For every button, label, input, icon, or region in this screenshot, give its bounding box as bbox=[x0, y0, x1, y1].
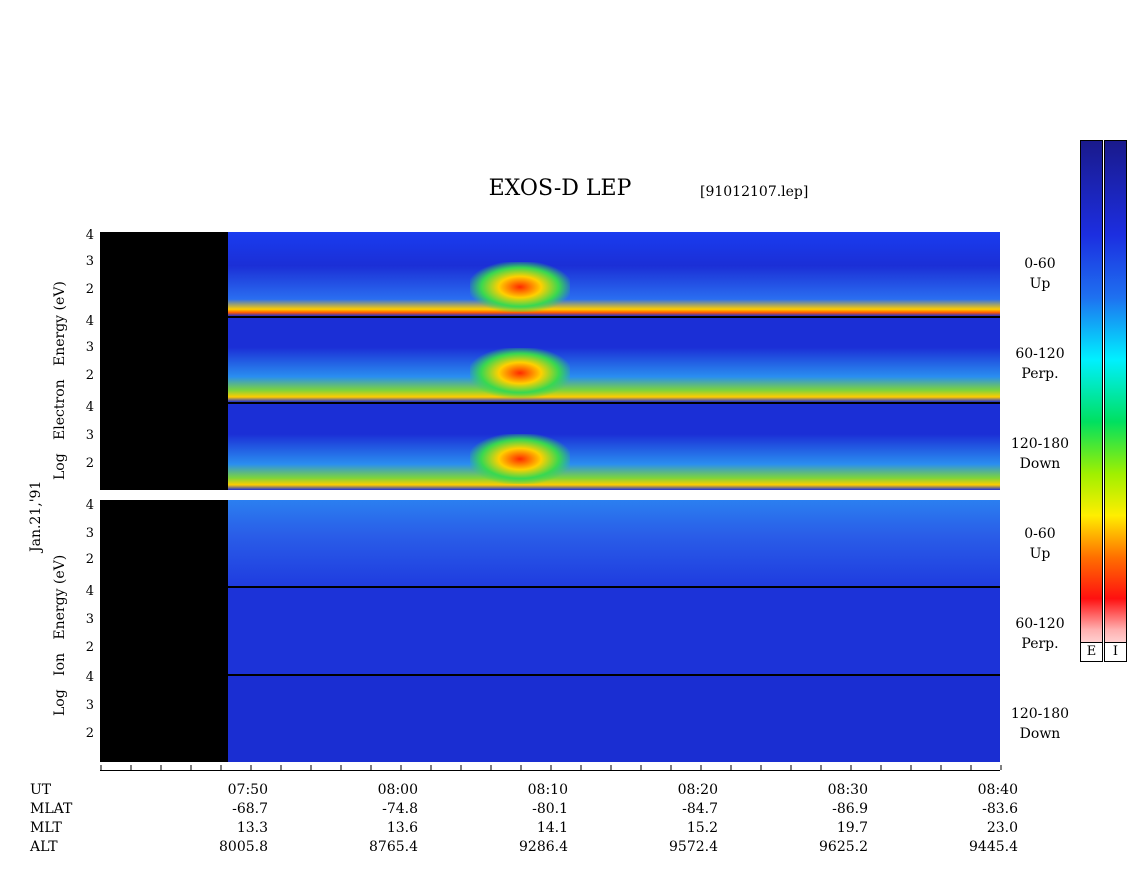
tick-label: 2 bbox=[85, 456, 94, 471]
ephemeris-alt-value: 8005.8 bbox=[219, 839, 268, 855]
tick-label: 4 bbox=[85, 314, 94, 329]
ephemeris-mlat-value: -86.9 bbox=[832, 801, 868, 817]
ephemeris-ut-value: 08:00 bbox=[377, 782, 418, 798]
chart-title: EXOS-D LEP bbox=[488, 176, 632, 201]
file-name: [91012107.lep] bbox=[700, 184, 809, 200]
pitch-dir: Up bbox=[1029, 546, 1051, 562]
tick-label: 3 bbox=[85, 526, 94, 541]
ephemeris-ut-value: 08:10 bbox=[527, 782, 568, 798]
ion-colorbar bbox=[1104, 140, 1127, 662]
row-label: ALT bbox=[30, 839, 58, 855]
pitch-range: 0-60 bbox=[1024, 256, 1056, 272]
row-label: MLT bbox=[30, 820, 62, 836]
tick-label: 4 bbox=[85, 228, 94, 243]
ephemeris-mlt-value: 19.7 bbox=[836, 820, 868, 836]
pitch-dir: Down bbox=[1019, 726, 1061, 742]
tick-label: 2 bbox=[85, 282, 94, 297]
ion-y-axis-label: Log Ion Energy (eV) bbox=[52, 554, 68, 716]
tick-label: 2 bbox=[85, 552, 94, 567]
ion-panel-perp bbox=[100, 588, 1000, 674]
ephemeris-mlat-value: -80.1 bbox=[532, 801, 568, 817]
pitch-range: 120-180 bbox=[1010, 436, 1070, 452]
tick-label: 3 bbox=[85, 698, 94, 713]
tick-label: 3 bbox=[85, 340, 94, 355]
pitch-range: 0-60 bbox=[1024, 526, 1056, 542]
ephemeris-mlt-value: 13.3 bbox=[236, 820, 268, 836]
ephemeris-alt-value: 8765.4 bbox=[369, 839, 418, 855]
tick-label: 4 bbox=[85, 498, 94, 513]
ion-no-data-region bbox=[100, 500, 228, 762]
pitch-dir: Perp. bbox=[1021, 366, 1059, 382]
ephemeris-alt-value: 9572.4 bbox=[669, 839, 718, 855]
ephemeris-mlt-value: 14.1 bbox=[536, 820, 568, 836]
ephemeris-mlat-value: -68.7 bbox=[232, 801, 268, 817]
ephemeris-ut-value: 07:50 bbox=[227, 782, 268, 798]
tick-label: 2 bbox=[85, 640, 94, 655]
tick-label: 4 bbox=[85, 670, 94, 685]
ephemeris-alt-value: 9286.4 bbox=[519, 839, 568, 855]
row-label: UT bbox=[30, 782, 52, 798]
ephemeris-mlat-value: -74.8 bbox=[382, 801, 418, 817]
tick-label: 4 bbox=[85, 400, 94, 415]
ephemeris-alt-value: 9625.2 bbox=[819, 839, 868, 855]
ephemeris-alt-value: 9445.4 bbox=[969, 839, 1018, 855]
pitch-dir: Down bbox=[1019, 456, 1061, 472]
tick-label: 3 bbox=[85, 612, 94, 627]
ephemeris-ut-value: 08:20 bbox=[677, 782, 718, 798]
ephemeris-ut-value: 08:40 bbox=[977, 782, 1018, 798]
ion-colorbar-label: I bbox=[1104, 642, 1127, 662]
ion-panel-up bbox=[100, 500, 1000, 586]
pitch-dir: Up bbox=[1029, 276, 1051, 292]
tick-label: 4 bbox=[85, 584, 94, 599]
ephemeris-ut-value: 08:30 bbox=[827, 782, 868, 798]
pitch-range: 60-120 bbox=[1015, 616, 1065, 632]
tick-label: 3 bbox=[85, 254, 94, 269]
ephemeris-mlt-value: 15.2 bbox=[686, 820, 718, 836]
row-label: MLAT bbox=[30, 801, 73, 817]
ephemeris-mlat-value: -83.6 bbox=[982, 801, 1018, 817]
ephemeris-mlt-value: 13.6 bbox=[386, 820, 418, 836]
tick-label: 3 bbox=[85, 428, 94, 443]
ion-spectrogram bbox=[100, 500, 1000, 762]
electron-no-data-region bbox=[100, 232, 228, 490]
electron-colorbar bbox=[1080, 140, 1103, 662]
date-label: Jan.21,'91 bbox=[28, 480, 44, 552]
pitch-dir: Perp. bbox=[1021, 636, 1059, 652]
pitch-range: 60-120 bbox=[1015, 346, 1065, 362]
tick-label: 2 bbox=[85, 726, 94, 741]
tick-label: 2 bbox=[85, 368, 94, 383]
electron-spectrogram bbox=[100, 232, 1000, 490]
pitch-range: 120-180 bbox=[1010, 706, 1070, 722]
ephemeris-mlt-value: 23.0 bbox=[986, 820, 1018, 836]
ephemeris-mlat-value: -84.7 bbox=[682, 801, 718, 817]
x-axis-ticks bbox=[100, 765, 1002, 770]
ion-panel-down bbox=[100, 676, 1000, 762]
electron-y-axis-label: Log Electron Energy (eV) bbox=[52, 281, 68, 480]
electron-colorbar-label: E bbox=[1080, 642, 1103, 662]
